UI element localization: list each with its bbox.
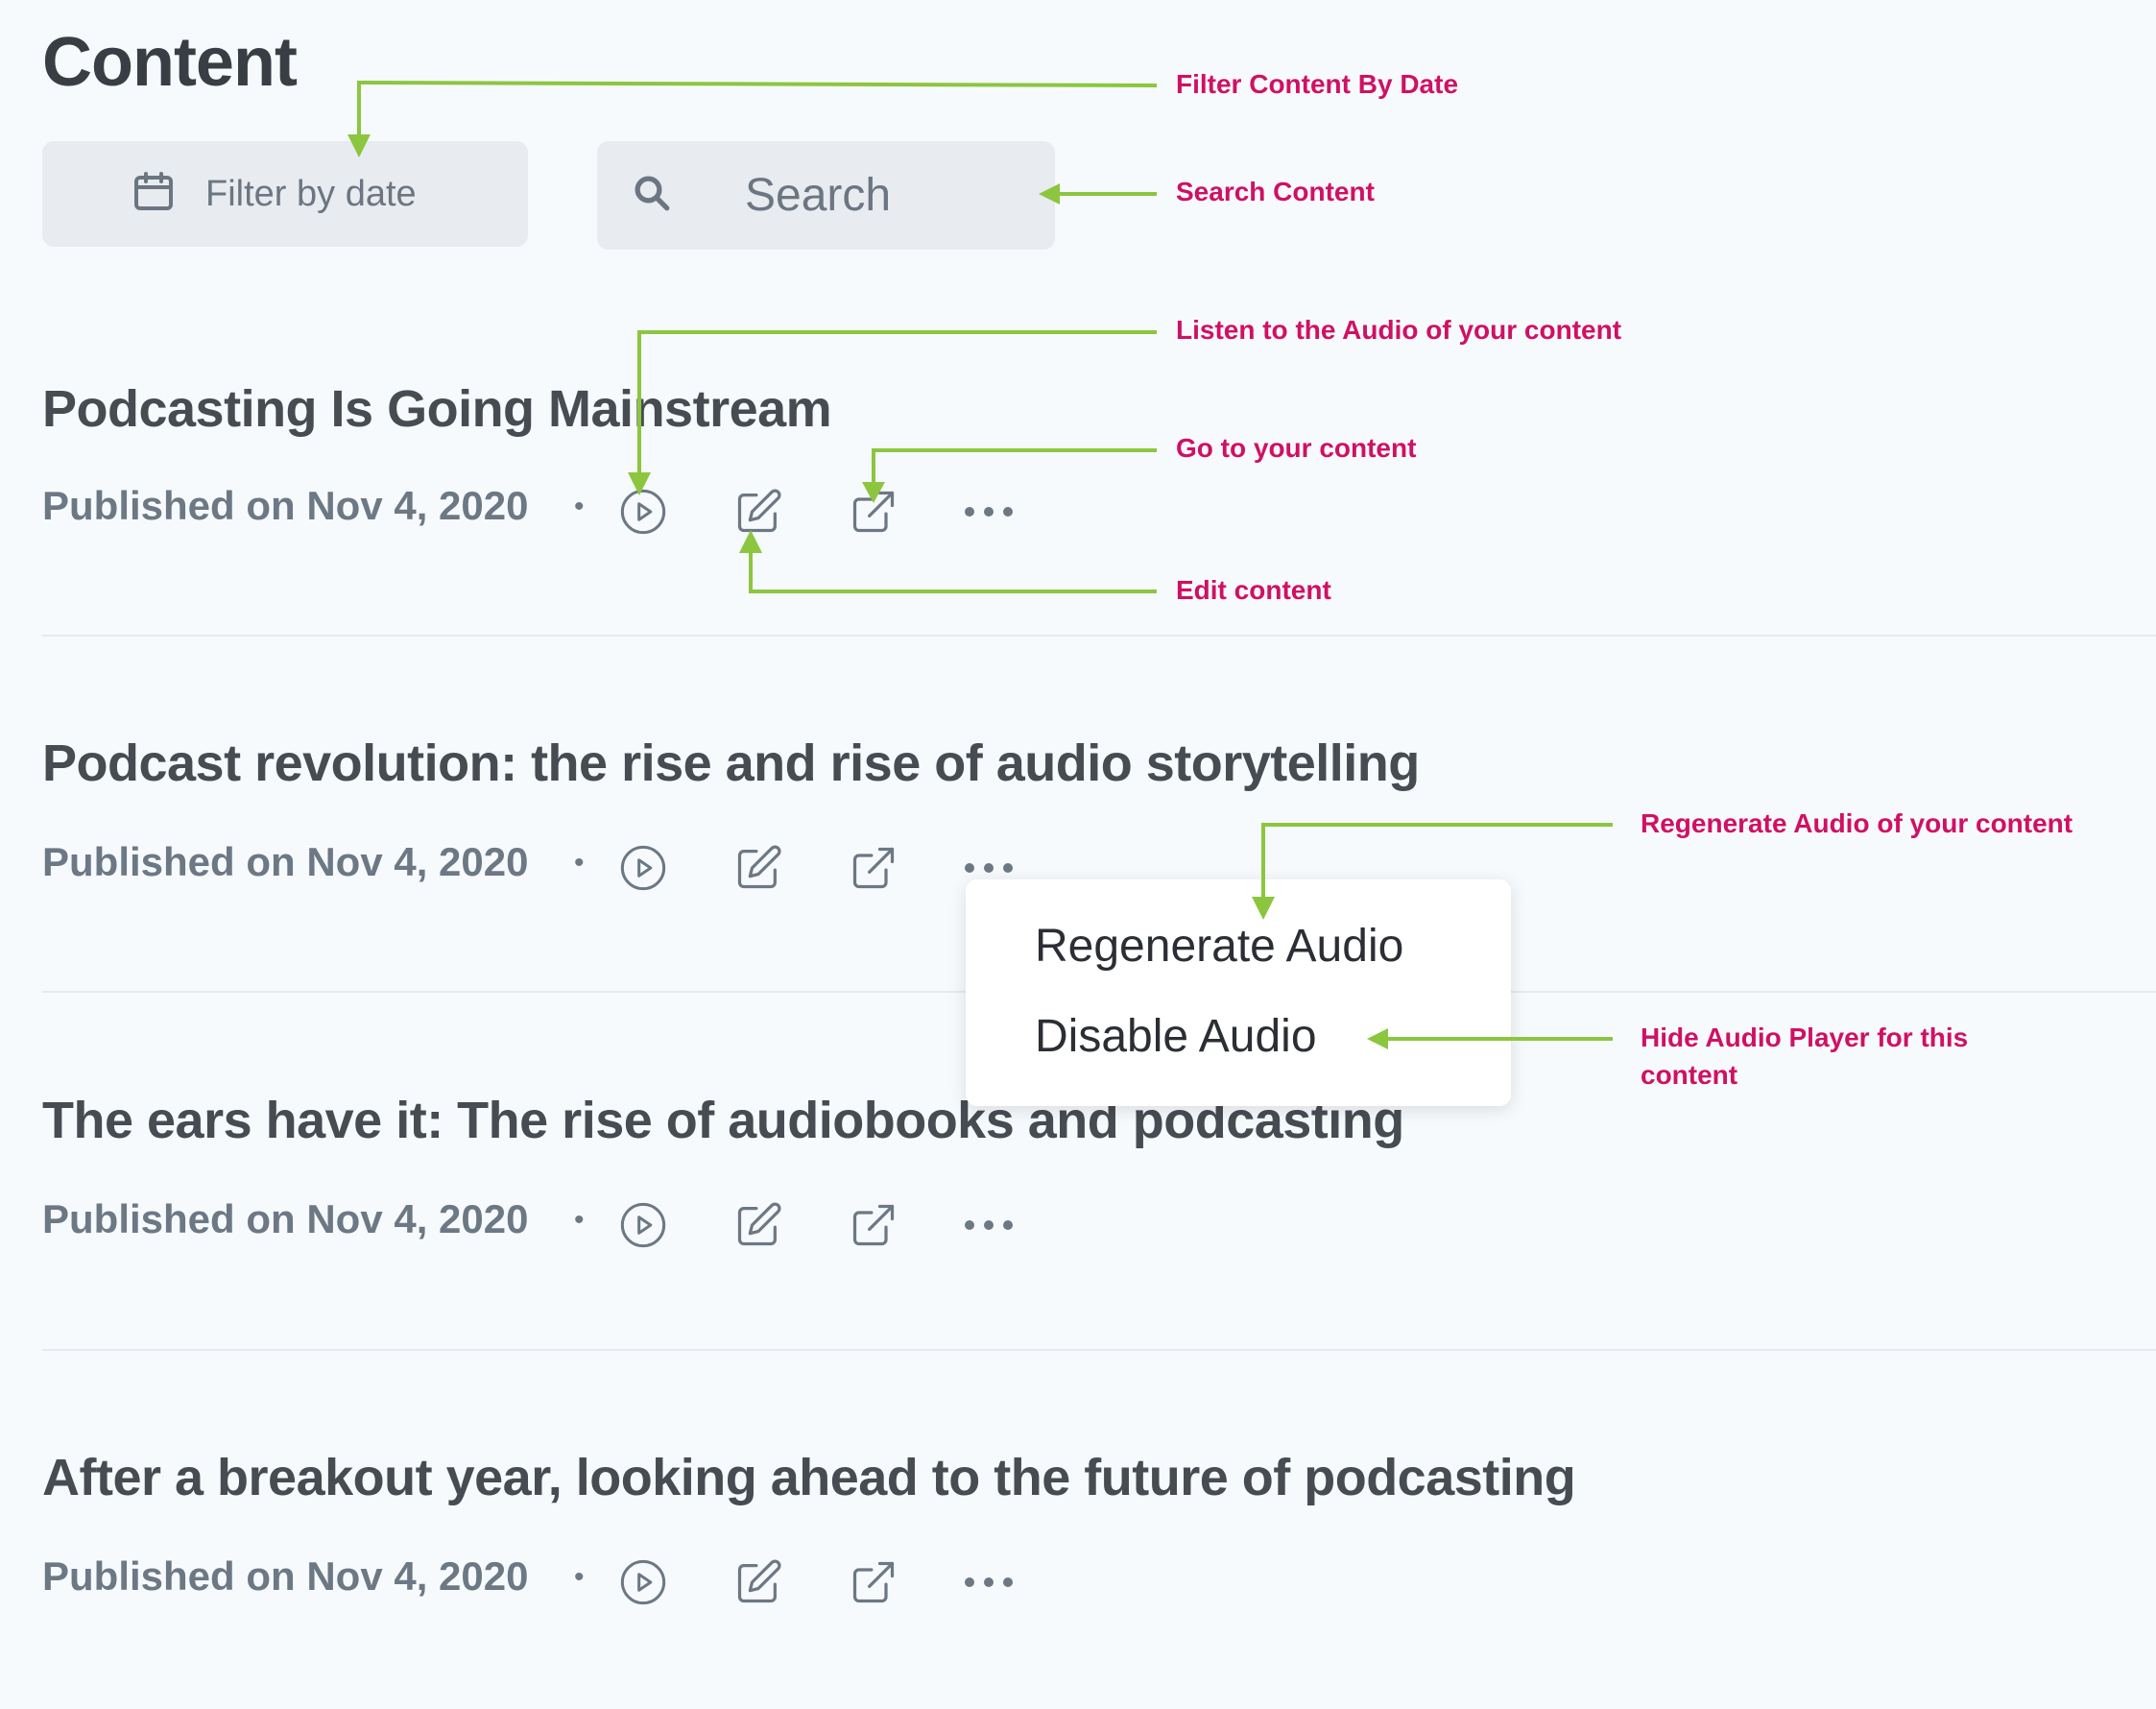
arrow-filter	[357, 80, 1158, 144]
arrow-listen	[637, 330, 1157, 482]
annotation-arrows	[347, 80, 1613, 1049]
arrow-regenerate	[1261, 823, 1613, 906]
arrow-goto	[872, 448, 1157, 492]
arrow-edit	[749, 545, 1157, 593]
